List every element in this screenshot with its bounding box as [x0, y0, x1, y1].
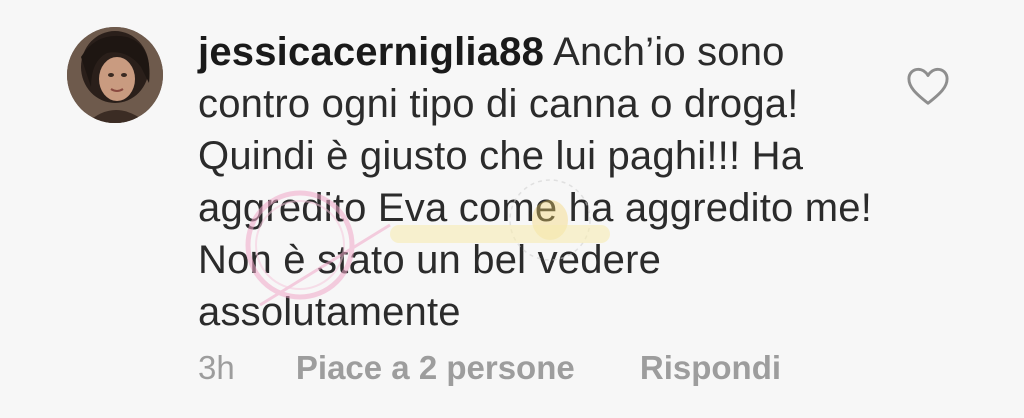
comment-item: jessicacerniglia88 Anch’io sono contro o…	[0, 0, 1024, 418]
heart-outline-icon[interactable]	[906, 66, 950, 106]
comment-body: jessicacerniglia88 Anch’io sono contro o…	[198, 26, 878, 338]
comment-time: 3h	[198, 349, 235, 386]
comment-text: Anch’io sono contro ogni tipo di canna o…	[198, 30, 873, 334]
avatar-image	[67, 27, 163, 123]
reply-button[interactable]: Rispondi	[640, 349, 781, 386]
comment-username[interactable]: jessicacerniglia88	[198, 30, 544, 74]
likes-count-link[interactable]: Piace a 2 persone	[296, 349, 575, 386]
comment-meta: 3h Piace a 2 persone Rispondi	[198, 349, 781, 387]
avatar[interactable]	[67, 27, 163, 123]
